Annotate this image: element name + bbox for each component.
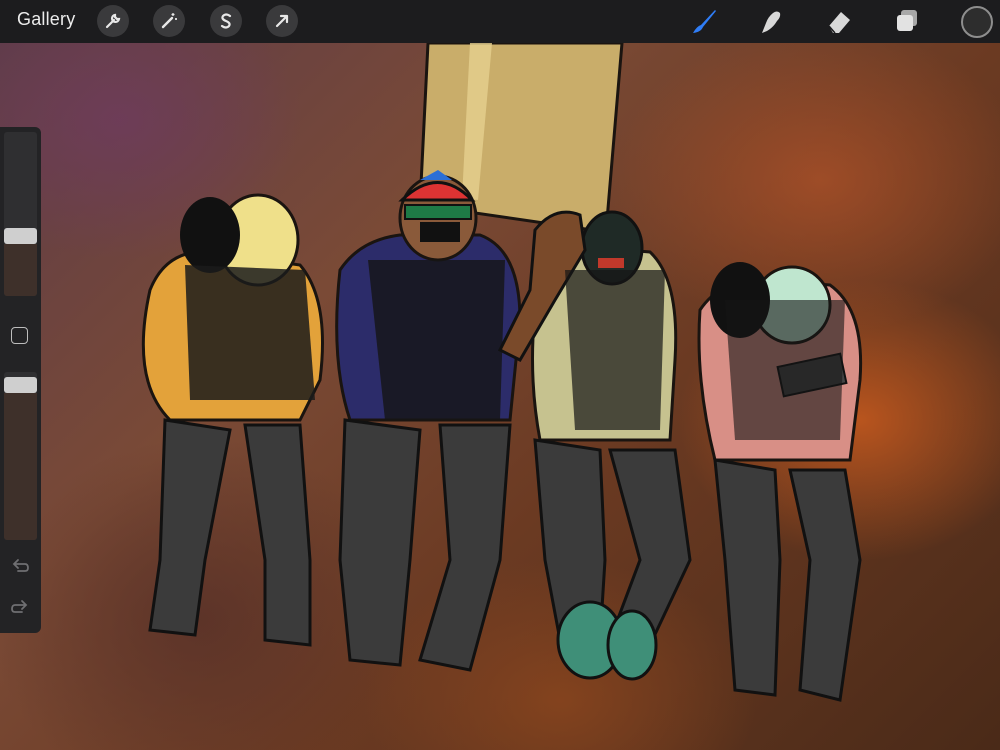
brush-size-fill <box>4 244 37 296</box>
arrow-cursor-icon <box>275 14 289 28</box>
magic-wand-icon <box>161 13 177 29</box>
smudge-icon <box>762 11 781 33</box>
selection-s-icon <box>220 13 232 29</box>
artwork <box>141 41 863 702</box>
smudge-tool-button[interactable] <box>754 4 788 38</box>
adjustments-button[interactable] <box>153 5 185 37</box>
brush-icon <box>693 10 716 33</box>
redo-button[interactable] <box>9 596 31 618</box>
transform-button[interactable] <box>266 5 298 37</box>
selection-button[interactable] <box>210 5 242 37</box>
opacity-handle[interactable] <box>4 376 37 393</box>
opacity-slider[interactable] <box>4 372 37 540</box>
brush-size-handle[interactable] <box>4 228 37 245</box>
wrench-icon <box>105 13 121 29</box>
undo-button[interactable] <box>9 555 31 577</box>
paint-tool-button[interactable] <box>687 4 721 38</box>
eraser-tool-button[interactable] <box>822 4 856 38</box>
figure-raised-fist <box>497 210 692 681</box>
eraser-icon <box>828 12 850 34</box>
drawing-canvas[interactable] <box>0 0 1000 750</box>
undo-icon <box>12 559 29 572</box>
gallery-button[interactable]: Gallery <box>17 9 75 30</box>
actions-button[interactable] <box>97 5 129 37</box>
left-sidebar <box>0 127 41 633</box>
brush-size-slider[interactable] <box>4 132 37 296</box>
figure-pink-shirt <box>697 262 863 702</box>
layers-button[interactable] <box>890 4 924 38</box>
layers-icon <box>897 10 917 31</box>
modify-button[interactable] <box>11 327 28 344</box>
top-toolbar: Gallery <box>0 0 1000 43</box>
figure-propeller-cap <box>335 170 522 672</box>
redo-icon <box>11 600 28 613</box>
color-picker-button[interactable] <box>961 6 993 38</box>
figure-yellow-hoodie <box>141 193 324 647</box>
opacity-fill <box>4 392 37 540</box>
